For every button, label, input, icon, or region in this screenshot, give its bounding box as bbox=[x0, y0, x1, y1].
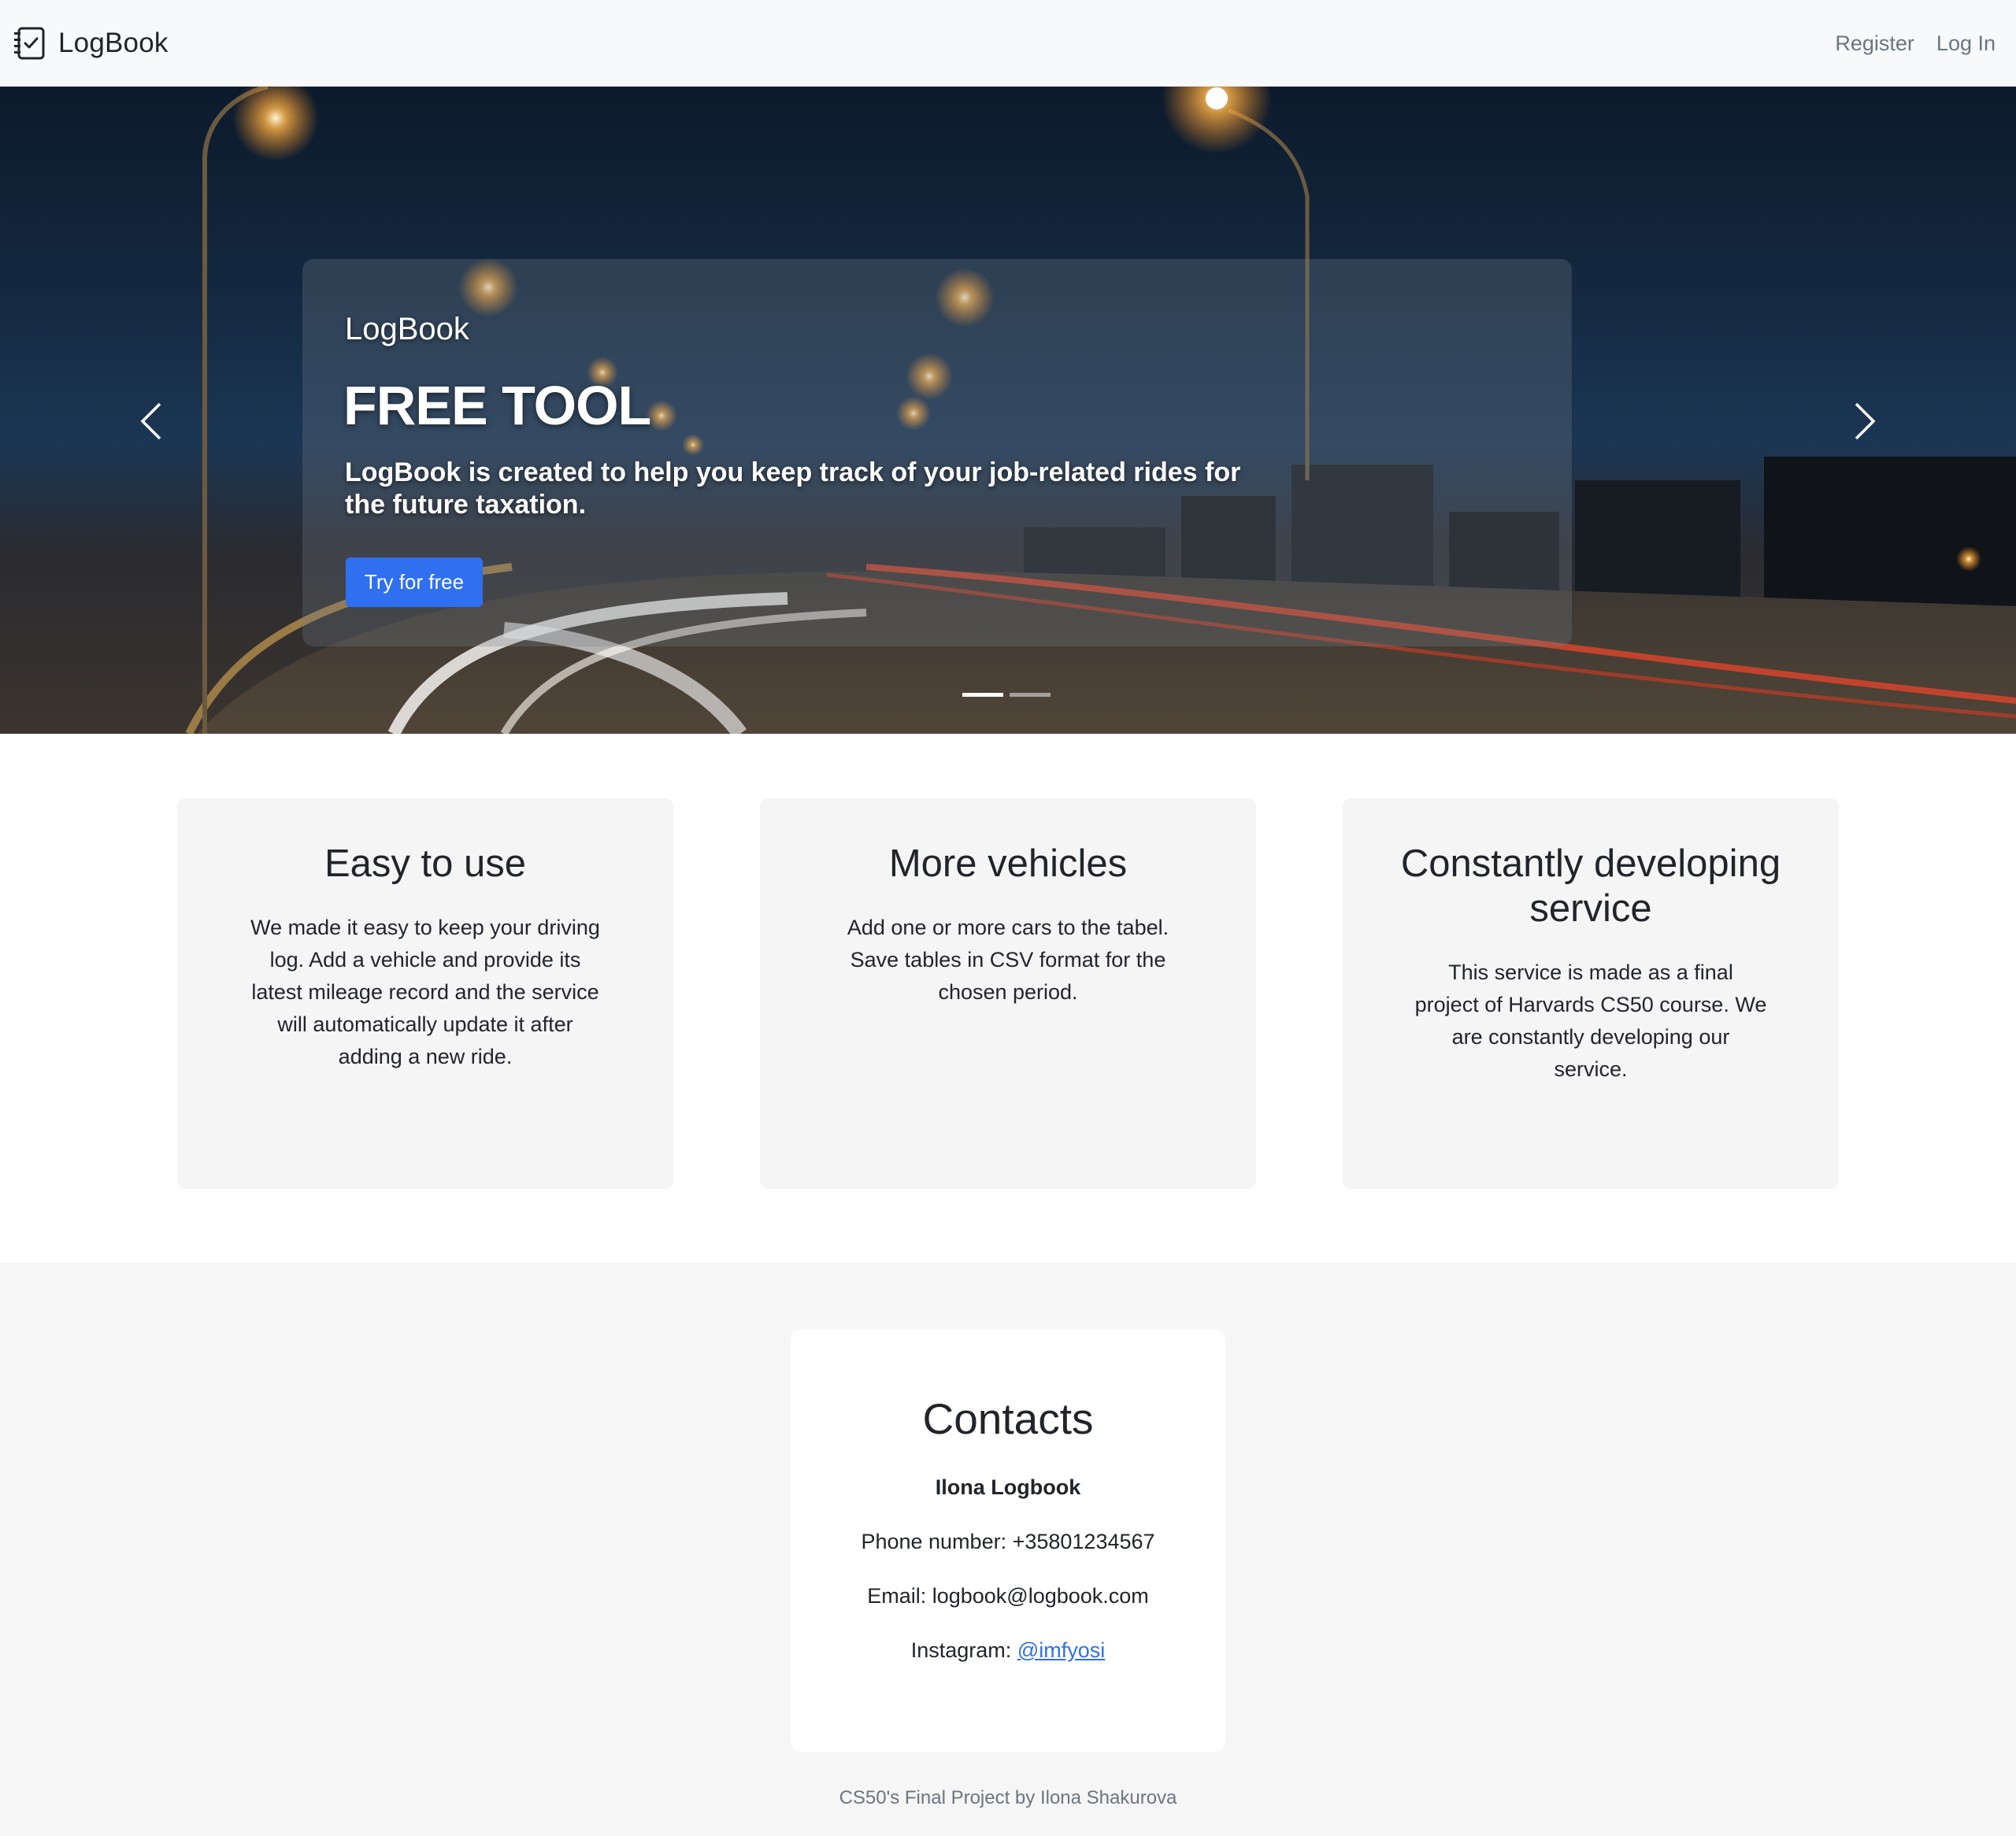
hero-description: LogBook is created to help you keep trac… bbox=[345, 457, 1241, 520]
feature-title: Easy to use bbox=[324, 842, 527, 885]
brand-link[interactable]: LogBook bbox=[14, 24, 169, 63]
contact-instagram: Instagram: @imfyosi bbox=[791, 1638, 1225, 1663]
hero-carousel: LogBook FREE TOOL LogBook is created to … bbox=[0, 87, 2016, 734]
register-link[interactable]: Register bbox=[1835, 31, 1914, 56]
brand-name: LogBook bbox=[58, 28, 169, 58]
carousel-next-button[interactable] bbox=[1841, 394, 1888, 449]
carousel-prev-button[interactable] bbox=[128, 394, 175, 449]
chevron-right-icon bbox=[1855, 402, 1876, 440]
hero-caption-panel bbox=[302, 259, 1572, 646]
features-section: Easy to use We made it easy to keep your… bbox=[0, 734, 2016, 1263]
contact-name: Ilona Logbook bbox=[935, 1475, 1081, 1499]
feature-title: Constantly developing service bbox=[1400, 842, 1781, 930]
contacts-section: Contacts Ilona Logbook Phone number: +35… bbox=[0, 1263, 2016, 1836]
carousel-indicators bbox=[962, 693, 1051, 697]
contacts-title: Contacts bbox=[922, 1394, 1094, 1443]
instagram-link[interactable]: @imfyosi bbox=[1017, 1638, 1105, 1662]
carousel-indicator-1[interactable] bbox=[962, 693, 1003, 697]
instagram-label: Instagram: bbox=[910, 1638, 1017, 1662]
try-for-free-button[interactable]: Try for free bbox=[346, 557, 483, 607]
contact-phone: Phone number: +35801234567 bbox=[861, 1530, 1155, 1553]
contacts-card: Contacts Ilona Logbook Phone number: +35… bbox=[791, 1329, 1225, 1752]
hero-title: FREE TOOL bbox=[343, 375, 651, 436]
feature-text: We made it easy to keep your driving log… bbox=[250, 916, 600, 1068]
navbar: LogBook Register Log In bbox=[0, 0, 2016, 87]
feature-title: More vehicles bbox=[888, 842, 1128, 885]
feature-card-easy-to-use: Easy to use We made it easy to keep your… bbox=[177, 798, 673, 1189]
carousel-indicator-2[interactable] bbox=[1010, 693, 1051, 697]
feature-text: This service is made as a final project … bbox=[1414, 961, 1767, 1081]
checklist-icon bbox=[14, 27, 45, 60]
feature-card-developing-service: Constantly developing service This servi… bbox=[1343, 798, 1839, 1189]
feature-text: Add one or more cars to the tabel. Save … bbox=[847, 916, 1169, 1004]
contact-email: Email: logbook@logbook.com bbox=[867, 1584, 1149, 1608]
chevron-left-icon bbox=[140, 402, 161, 440]
feature-card-more-vehicles: More vehicles Add one or more cars to th… bbox=[760, 798, 1256, 1189]
hero-kicker: LogBook bbox=[345, 312, 469, 346]
nav-links: Register Log In bbox=[1835, 31, 1996, 56]
footer-credit: CS50's Final Project by Ilona Shakurova bbox=[839, 1787, 1177, 1808]
login-link[interactable]: Log In bbox=[1936, 31, 1996, 56]
